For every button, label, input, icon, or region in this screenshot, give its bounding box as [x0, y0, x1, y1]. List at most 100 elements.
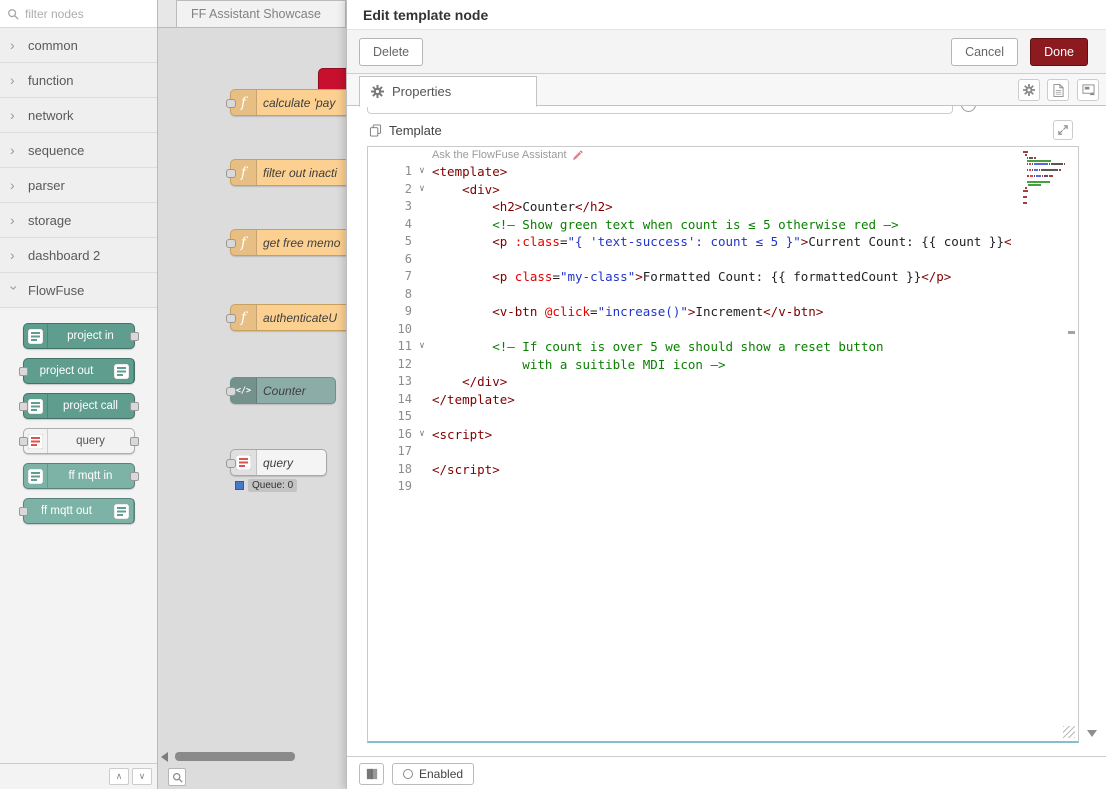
fold-gutter: [412, 373, 432, 391]
node-input-port[interactable]: [226, 169, 236, 178]
flow-node-query[interactable]: query: [230, 449, 327, 476]
flow-node-calculate-pay[interactable]: fcalculate 'pay: [230, 89, 346, 116]
node-settings-button[interactable]: [1018, 79, 1040, 101]
palette-category-common[interactable]: ›common: [0, 28, 157, 63]
palette-node-ff-mqtt-out[interactable]: ff mqtt out: [23, 498, 135, 524]
chevron-icon: ›: [10, 108, 19, 122]
node-port: [19, 367, 28, 376]
node-input-port[interactable]: [226, 99, 236, 108]
category-label: FlowFuse: [28, 283, 84, 298]
node-input-port[interactable]: [226, 314, 236, 323]
code-line[interactable]: 15: [368, 408, 1020, 426]
line-number: 13: [368, 373, 412, 391]
chevron-icon: ›: [10, 248, 19, 262]
assistant-hint[interactable]: Ask the FlowFuse Assistant: [432, 149, 583, 161]
dialog-scroll-down-icon[interactable]: [1087, 730, 1097, 737]
palette-category-parser[interactable]: ›parser: [0, 168, 157, 203]
code-line[interactable]: 12 with a suitible MDI icon —>: [368, 356, 1020, 374]
fold-gutter: [412, 391, 432, 409]
collapse-categories-button[interactable]: ∧: [109, 768, 129, 785]
tab-properties[interactable]: Properties: [359, 76, 537, 107]
flow-node-get-free-memo[interactable]: fget free memo: [230, 229, 346, 256]
dialog-title: Edit template node: [347, 0, 1106, 30]
search-icon: [7, 8, 19, 20]
chevron-icon: ›: [10, 213, 19, 227]
palette-node-project-out[interactable]: project out: [23, 358, 135, 384]
enabled-toggle-button[interactable]: Enabled: [392, 763, 474, 785]
dialog-toolbar: Delete Cancel Done: [347, 30, 1106, 74]
library-button[interactable]: [359, 763, 384, 785]
canvas-search-button[interactable]: [168, 768, 186, 786]
flowfuse-node-icon: [110, 499, 134, 523]
code-line[interactable]: 5 <p :class="{ 'text-success': count ≤ 5…: [368, 233, 1020, 251]
palette-category-sequence[interactable]: ›sequence: [0, 133, 157, 168]
flow-canvas[interactable]: FF Assistant Showcase fcalculate 'pay ffi…: [158, 0, 346, 789]
palette-category-storage[interactable]: ›storage: [0, 203, 157, 238]
flow-node-authenticateu[interactable]: fauthenticateU: [230, 304, 346, 331]
code-line[interactable]: 19: [368, 478, 1020, 496]
category-label: parser: [28, 178, 65, 193]
flow-node-filter-out-inacti[interactable]: ffilter out inacti: [230, 159, 346, 186]
code-line[interactable]: 16∨<script>: [368, 426, 1020, 444]
chevron-icon: ›: [10, 143, 19, 157]
palette-node-ff-mqtt-in[interactable]: ff mqtt in: [23, 463, 135, 489]
node-input-port[interactable]: [226, 459, 236, 468]
line-number: 17: [368, 443, 412, 461]
delete-button[interactable]: Delete: [359, 38, 423, 66]
cancel-button[interactable]: Cancel: [951, 38, 1018, 66]
palette-category-dashboard-2[interactable]: ›dashboard 2: [0, 238, 157, 273]
expand-categories-button[interactable]: ∨: [132, 768, 152, 785]
palette-node-project-call[interactable]: project call: [23, 393, 135, 419]
code-line[interactable]: 14</template>: [368, 391, 1020, 409]
code-text: [432, 478, 1020, 496]
code-line[interactable]: 13 </div>: [368, 373, 1020, 391]
code-line[interactable]: 1∨<template>: [368, 163, 1020, 181]
code-line[interactable]: 18</script>: [368, 461, 1020, 479]
book-icon: [365, 768, 379, 780]
code-line[interactable]: 4 <!— Show green text when count is ≤ 5 …: [368, 216, 1020, 234]
template-code-editor[interactable]: Ask the FlowFuse Assistant 1∨<template>2…: [367, 146, 1079, 743]
palette-node-label: project call: [48, 400, 134, 412]
fold-toggle-icon[interactable]: ∨: [412, 426, 432, 444]
line-number: 2: [368, 181, 412, 199]
code-line[interactable]: 8: [368, 286, 1020, 304]
node-appearance-button[interactable]: [1077, 79, 1099, 101]
minimap[interactable]: [1023, 151, 1071, 208]
category-label: network: [28, 108, 74, 123]
expand-editor-button[interactable]: [1053, 120, 1073, 140]
palette-category-flowfuse[interactable]: › FlowFuse: [0, 273, 157, 308]
node-input-port[interactable]: [226, 239, 236, 248]
chevron-icon: ›: [8, 286, 22, 295]
palette-category-function[interactable]: ›function: [0, 63, 157, 98]
fold-toggle-icon[interactable]: ∨: [412, 181, 432, 199]
code-line[interactable]: 6: [368, 251, 1020, 269]
line-number: 4: [368, 216, 412, 234]
fold-gutter: [412, 286, 432, 304]
code-line[interactable]: 9 <v-btn @click="increase()">Increment</…: [368, 303, 1020, 321]
horizontal-scrollbar[interactable]: [175, 752, 295, 761]
node-label: get free memo: [257, 236, 346, 250]
code-line[interactable]: 17: [368, 443, 1020, 461]
appearance-icon: [1082, 84, 1095, 96]
palette-node-project-in[interactable]: project in: [23, 323, 135, 349]
fold-toggle-icon[interactable]: ∨: [412, 163, 432, 181]
palette-category-network[interactable]: › network: [0, 98, 157, 133]
scroll-left-arrow-icon[interactable]: [161, 752, 168, 762]
code-line[interactable]: 11∨ <!— If count is over 5 we should sho…: [368, 338, 1020, 356]
workspace-tab-label: FF Assistant Showcase: [191, 7, 321, 21]
editor-resize-grip[interactable]: [1063, 726, 1075, 738]
code-line[interactable]: 10: [368, 321, 1020, 339]
done-button[interactable]: Done: [1030, 38, 1088, 66]
fold-toggle-icon[interactable]: ∨: [412, 338, 432, 356]
dialog-footer: Enabled: [347, 756, 1106, 789]
code-line[interactable]: 3 <h2>Counter</h2>: [368, 198, 1020, 216]
palette-node-query[interactable]: query: [23, 428, 135, 454]
workspace-tab[interactable]: FF Assistant Showcase: [176, 0, 346, 27]
node-description-button[interactable]: [1047, 79, 1069, 101]
flow-node-counter[interactable]: </>Counter: [230, 377, 336, 404]
node-input-port[interactable]: [226, 387, 236, 396]
code-line[interactable]: 7 <p class="my-class">Formatted Count: {…: [368, 268, 1020, 286]
search-input[interactable]: filter nodes: [0, 0, 157, 28]
code-line[interactable]: 2∨ <div>: [368, 181, 1020, 199]
fold-gutter: [412, 461, 432, 479]
